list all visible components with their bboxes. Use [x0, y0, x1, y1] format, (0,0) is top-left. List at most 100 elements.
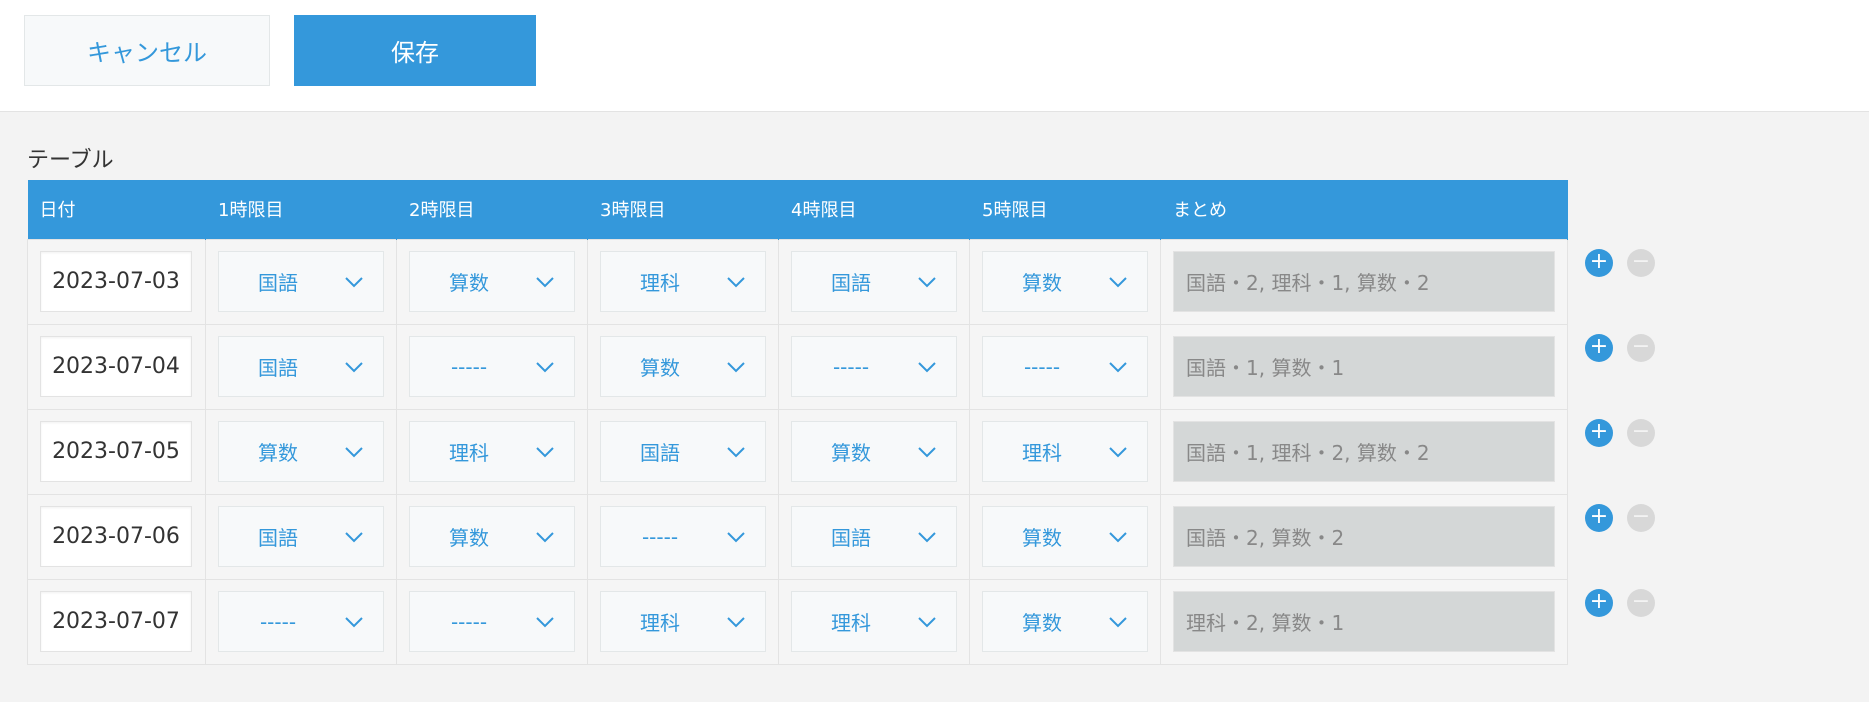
chevron-down-icon	[345, 447, 363, 458]
chevron-down-icon	[918, 617, 936, 628]
date-input[interactable]: 2023-07-04	[40, 336, 192, 397]
period-3-select[interactable]: 国語	[600, 421, 766, 482]
chevron-down-icon	[536, 617, 554, 628]
select-value: -----	[259, 609, 297, 634]
plus-icon[interactable]: +	[1585, 419, 1613, 447]
chevron-down-icon	[1109, 447, 1127, 458]
period-3-select[interactable]: 理科	[600, 591, 766, 652]
minus-icon[interactable]: −	[1627, 249, 1655, 277]
date-input[interactable]: 2023-07-05	[40, 421, 192, 482]
chevron-down-icon	[727, 532, 745, 543]
period-cell: 国語	[778, 493, 970, 580]
minus-icon[interactable]: −	[1627, 504, 1655, 532]
period-5-select[interactable]: 算数	[982, 251, 1148, 312]
period-cell: 算数	[205, 408, 397, 495]
toolbar: キャンセル 保存	[0, 0, 1869, 112]
period-cell: -----	[396, 578, 588, 665]
select-value: 理科	[640, 611, 680, 635]
plus-icon[interactable]: +	[1585, 589, 1613, 617]
summary-cell: 理科・2, 算数・1	[1160, 578, 1568, 665]
period-4-select[interactable]: 国語	[791, 506, 957, 567]
select-value: 算数	[1022, 611, 1062, 635]
date-cell: 2023-07-03	[27, 238, 206, 325]
select-value: 算数	[1022, 271, 1062, 295]
period-4-select[interactable]: 算数	[791, 421, 957, 482]
select-value: 国語	[258, 526, 298, 550]
header-period-3: 3時限目	[587, 180, 779, 239]
period-1-select[interactable]: 国語	[218, 336, 384, 397]
period-4-select[interactable]: -----	[791, 336, 957, 397]
period-4-select[interactable]: 理科	[791, 591, 957, 652]
table-row: 2023-07-07 ----- ----- 理科 理科 算数 理科・2, 算数・1	[27, 578, 1568, 665]
plus-icon[interactable]: +	[1585, 249, 1613, 277]
chevron-down-icon	[345, 617, 363, 628]
period-2-select[interactable]: 算数	[409, 251, 575, 312]
minus-icon[interactable]: −	[1627, 419, 1655, 447]
period-3-select[interactable]: -----	[600, 506, 766, 567]
period-cell: -----	[396, 323, 588, 410]
select-value: -----	[450, 354, 488, 379]
period-5-select[interactable]: -----	[982, 336, 1148, 397]
period-1-select[interactable]: -----	[218, 591, 384, 652]
date-cell: 2023-07-05	[27, 408, 206, 495]
header-period-5: 5時限目	[969, 180, 1161, 239]
row-actions: + −	[1585, 249, 1655, 279]
select-value: 算数	[449, 271, 489, 295]
row-actions: + −	[1585, 419, 1655, 449]
period-5-select[interactable]: 算数	[982, 506, 1148, 567]
period-cell: 算数	[969, 493, 1161, 580]
cancel-button[interactable]: キャンセル	[24, 15, 270, 86]
select-value: 算数	[640, 356, 680, 380]
chevron-down-icon	[1109, 532, 1127, 543]
chevron-down-icon	[727, 617, 745, 628]
select-value: 国語	[831, 526, 871, 550]
period-2-select[interactable]: 理科	[409, 421, 575, 482]
period-5-select[interactable]: 算数	[982, 591, 1148, 652]
minus-icon[interactable]: −	[1627, 589, 1655, 617]
date-cell: 2023-07-04	[27, 323, 206, 410]
chevron-down-icon	[727, 362, 745, 373]
period-cell: 理科	[396, 408, 588, 495]
period-3-select[interactable]: 算数	[600, 336, 766, 397]
select-value: 国語	[258, 356, 298, 380]
minus-icon[interactable]: −	[1627, 334, 1655, 362]
plus-icon[interactable]: +	[1585, 504, 1613, 532]
period-cell: 理科	[778, 578, 970, 665]
date-input[interactable]: 2023-07-06	[40, 506, 192, 567]
period-3-select[interactable]: 理科	[600, 251, 766, 312]
period-1-select[interactable]: 算数	[218, 421, 384, 482]
chevron-down-icon	[536, 447, 554, 458]
period-cell: 国語	[205, 238, 397, 325]
period-5-select[interactable]: 理科	[982, 421, 1148, 482]
period-cell: -----	[969, 323, 1161, 410]
period-1-select[interactable]: 国語	[218, 506, 384, 567]
period-4-select[interactable]: 国語	[791, 251, 957, 312]
period-2-select[interactable]: -----	[409, 336, 575, 397]
row-actions: + −	[1585, 589, 1655, 619]
chevron-down-icon	[536, 532, 554, 543]
row-actions: + −	[1585, 504, 1655, 534]
select-value: 理科	[1022, 441, 1062, 465]
date-input[interactable]: 2023-07-07	[40, 591, 192, 652]
period-cell: 算数	[587, 323, 779, 410]
period-2-select[interactable]: -----	[409, 591, 575, 652]
save-button[interactable]: 保存	[294, 15, 536, 86]
summary-field: 国語・1, 理科・2, 算数・2	[1173, 421, 1555, 482]
period-2-select[interactable]: 算数	[409, 506, 575, 567]
summary-cell: 国語・2, 算数・2	[1160, 493, 1568, 580]
date-input[interactable]: 2023-07-03	[40, 251, 192, 312]
chevron-down-icon	[345, 277, 363, 288]
chevron-down-icon	[727, 447, 745, 458]
plus-icon[interactable]: +	[1585, 334, 1613, 362]
select-value: -----	[832, 354, 870, 379]
chevron-down-icon	[345, 362, 363, 373]
select-value: 国語	[640, 441, 680, 465]
chevron-down-icon	[536, 362, 554, 373]
chevron-down-icon	[727, 277, 745, 288]
select-value: 国語	[258, 271, 298, 295]
chevron-down-icon	[918, 277, 936, 288]
period-cell: 算数	[396, 238, 588, 325]
date-cell: 2023-07-06	[27, 493, 206, 580]
date-cell: 2023-07-07	[27, 578, 206, 665]
period-1-select[interactable]: 国語	[218, 251, 384, 312]
